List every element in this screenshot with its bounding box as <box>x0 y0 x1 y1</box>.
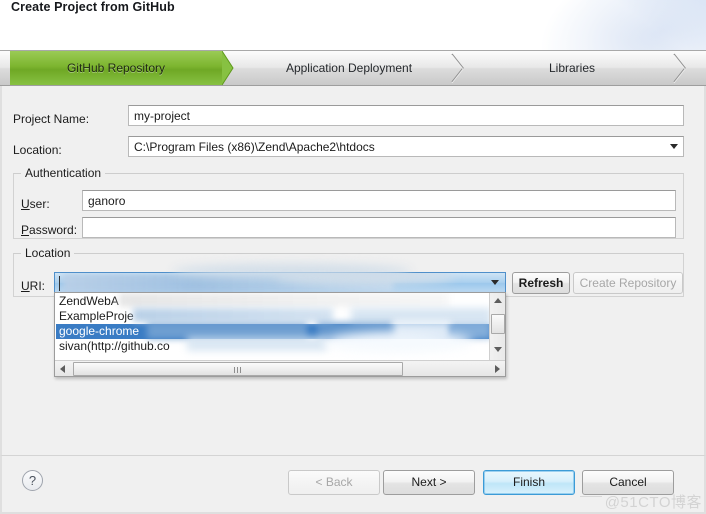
dropdown-hscrollbar-thumb[interactable] <box>73 362 403 376</box>
breadcrumb-step-github-repository[interactable]: GitHub Repository <box>10 51 222 85</box>
finish-button[interactable]: Finish <box>483 470 575 495</box>
uri-combobox-chevron-down-icon[interactable] <box>491 280 499 285</box>
uri-label: URI: <box>21 279 45 293</box>
breadcrumb-step-application-deployment[interactable]: Application Deployment <box>244 51 454 85</box>
header-glow-secondary-decoration <box>586 0 706 50</box>
user-label: User: <box>21 197 50 211</box>
password-label: Password: <box>21 223 77 237</box>
password-input[interactable] <box>82 217 676 238</box>
breadcrumb-arrow-3-icon <box>672 51 694 85</box>
user-label-rest: ser: <box>29 197 50 211</box>
breadcrumb-step-libraries[interactable]: Libraries <box>472 51 672 85</box>
back-button: < Back <box>288 470 380 495</box>
list-item[interactable]: ExampleProje <box>56 309 490 324</box>
watermark: @51CTO博客 <box>604 494 702 511</box>
list-item[interactable]: google-chrome <box>56 324 490 339</box>
location-combobox-chevron-down-icon[interactable] <box>670 144 678 149</box>
scroll-left-arrow-icon[interactable] <box>60 365 65 373</box>
dialog-header: Create Project from GitHub <box>0 0 706 50</box>
uri-label-mnemonic: U <box>21 279 30 293</box>
list-item[interactable]: sivan(http://github.co <box>56 339 490 354</box>
next-button[interactable]: Next > <box>383 470 475 495</box>
create-project-dialog: Create Project from GitHub GitHub Reposi… <box>0 0 706 514</box>
authentication-group-title: Authentication <box>21 166 106 180</box>
uri-redaction-blur-2 <box>275 273 455 285</box>
location-label: Location: <box>13 143 62 157</box>
breadcrumb-arrow-1-icon <box>222 51 244 85</box>
breadcrumb-step-label: Libraries <box>548 61 596 75</box>
uri-combobox[interactable] <box>54 272 506 294</box>
list-item-label: ExampleProje <box>59 309 134 323</box>
scroll-down-arrow-icon[interactable] <box>494 347 502 352</box>
scrollbar-grip-icon <box>234 367 242 373</box>
list-item-label: google-chrome <box>59 324 140 338</box>
breadcrumb-step-label: Application Deployment <box>285 61 413 75</box>
project-name-input[interactable]: my-project <box>128 105 684 126</box>
dropdown-scrollbar-thumb[interactable] <box>491 314 505 334</box>
location-combobox[interactable]: C:\Program Files (x86)\Zend\Apache2\htdo… <box>128 136 684 157</box>
next-button-label: Next > <box>411 475 447 489</box>
breadcrumb-arrow-2-icon <box>450 51 472 85</box>
uri-redaction-blur <box>63 274 393 293</box>
watermark-line-decoration <box>580 496 602 497</box>
breadcrumb-step-label: GitHub Repository <box>66 61 166 75</box>
user-input[interactable]: ganoro <box>82 190 676 211</box>
list-item-label: ZendWebA <box>59 294 119 308</box>
password-label-rest: assword: <box>29 223 78 237</box>
list-item[interactable]: ZendWebA <box>56 294 490 309</box>
header-glow-decoration <box>525 0 706 50</box>
uri-text-caret <box>59 276 60 291</box>
list-item-label: sivan(http://github.co <box>59 339 170 353</box>
help-button[interactable]: ? <box>22 470 43 491</box>
cancel-button-label: Cancel <box>609 475 647 489</box>
scroll-up-arrow-icon[interactable] <box>494 298 502 303</box>
scroll-right-arrow-icon[interactable] <box>495 365 500 373</box>
dropdown-horizontal-scrollbar[interactable] <box>55 360 505 376</box>
password-label-mnemonic: P <box>21 223 30 237</box>
user-label-mnemonic: U <box>21 197 30 211</box>
project-name-label: Project Name: <box>13 112 90 126</box>
dropdown-vertical-scrollbar[interactable] <box>489 293 505 361</box>
back-button-label: < Back <box>315 475 353 489</box>
repository-location-group-title: Location <box>21 246 75 260</box>
breadcrumb: GitHub Repository Application Deployment… <box>0 50 706 86</box>
dialog-content: Project Name: my-project Location: C:\Pr… <box>0 86 706 455</box>
refresh-button[interactable]: Refresh <box>512 272 570 294</box>
uri-dropdown-list[interactable]: ZendWebA ExampleProje google-chrome siva… <box>54 292 506 377</box>
page-title: Create Project from GitHub <box>11 0 175 14</box>
create-repository-button: Create Repository <box>573 272 683 294</box>
finish-button-label: Finish <box>512 475 545 489</box>
uri-label-rest: RI: <box>29 279 46 293</box>
